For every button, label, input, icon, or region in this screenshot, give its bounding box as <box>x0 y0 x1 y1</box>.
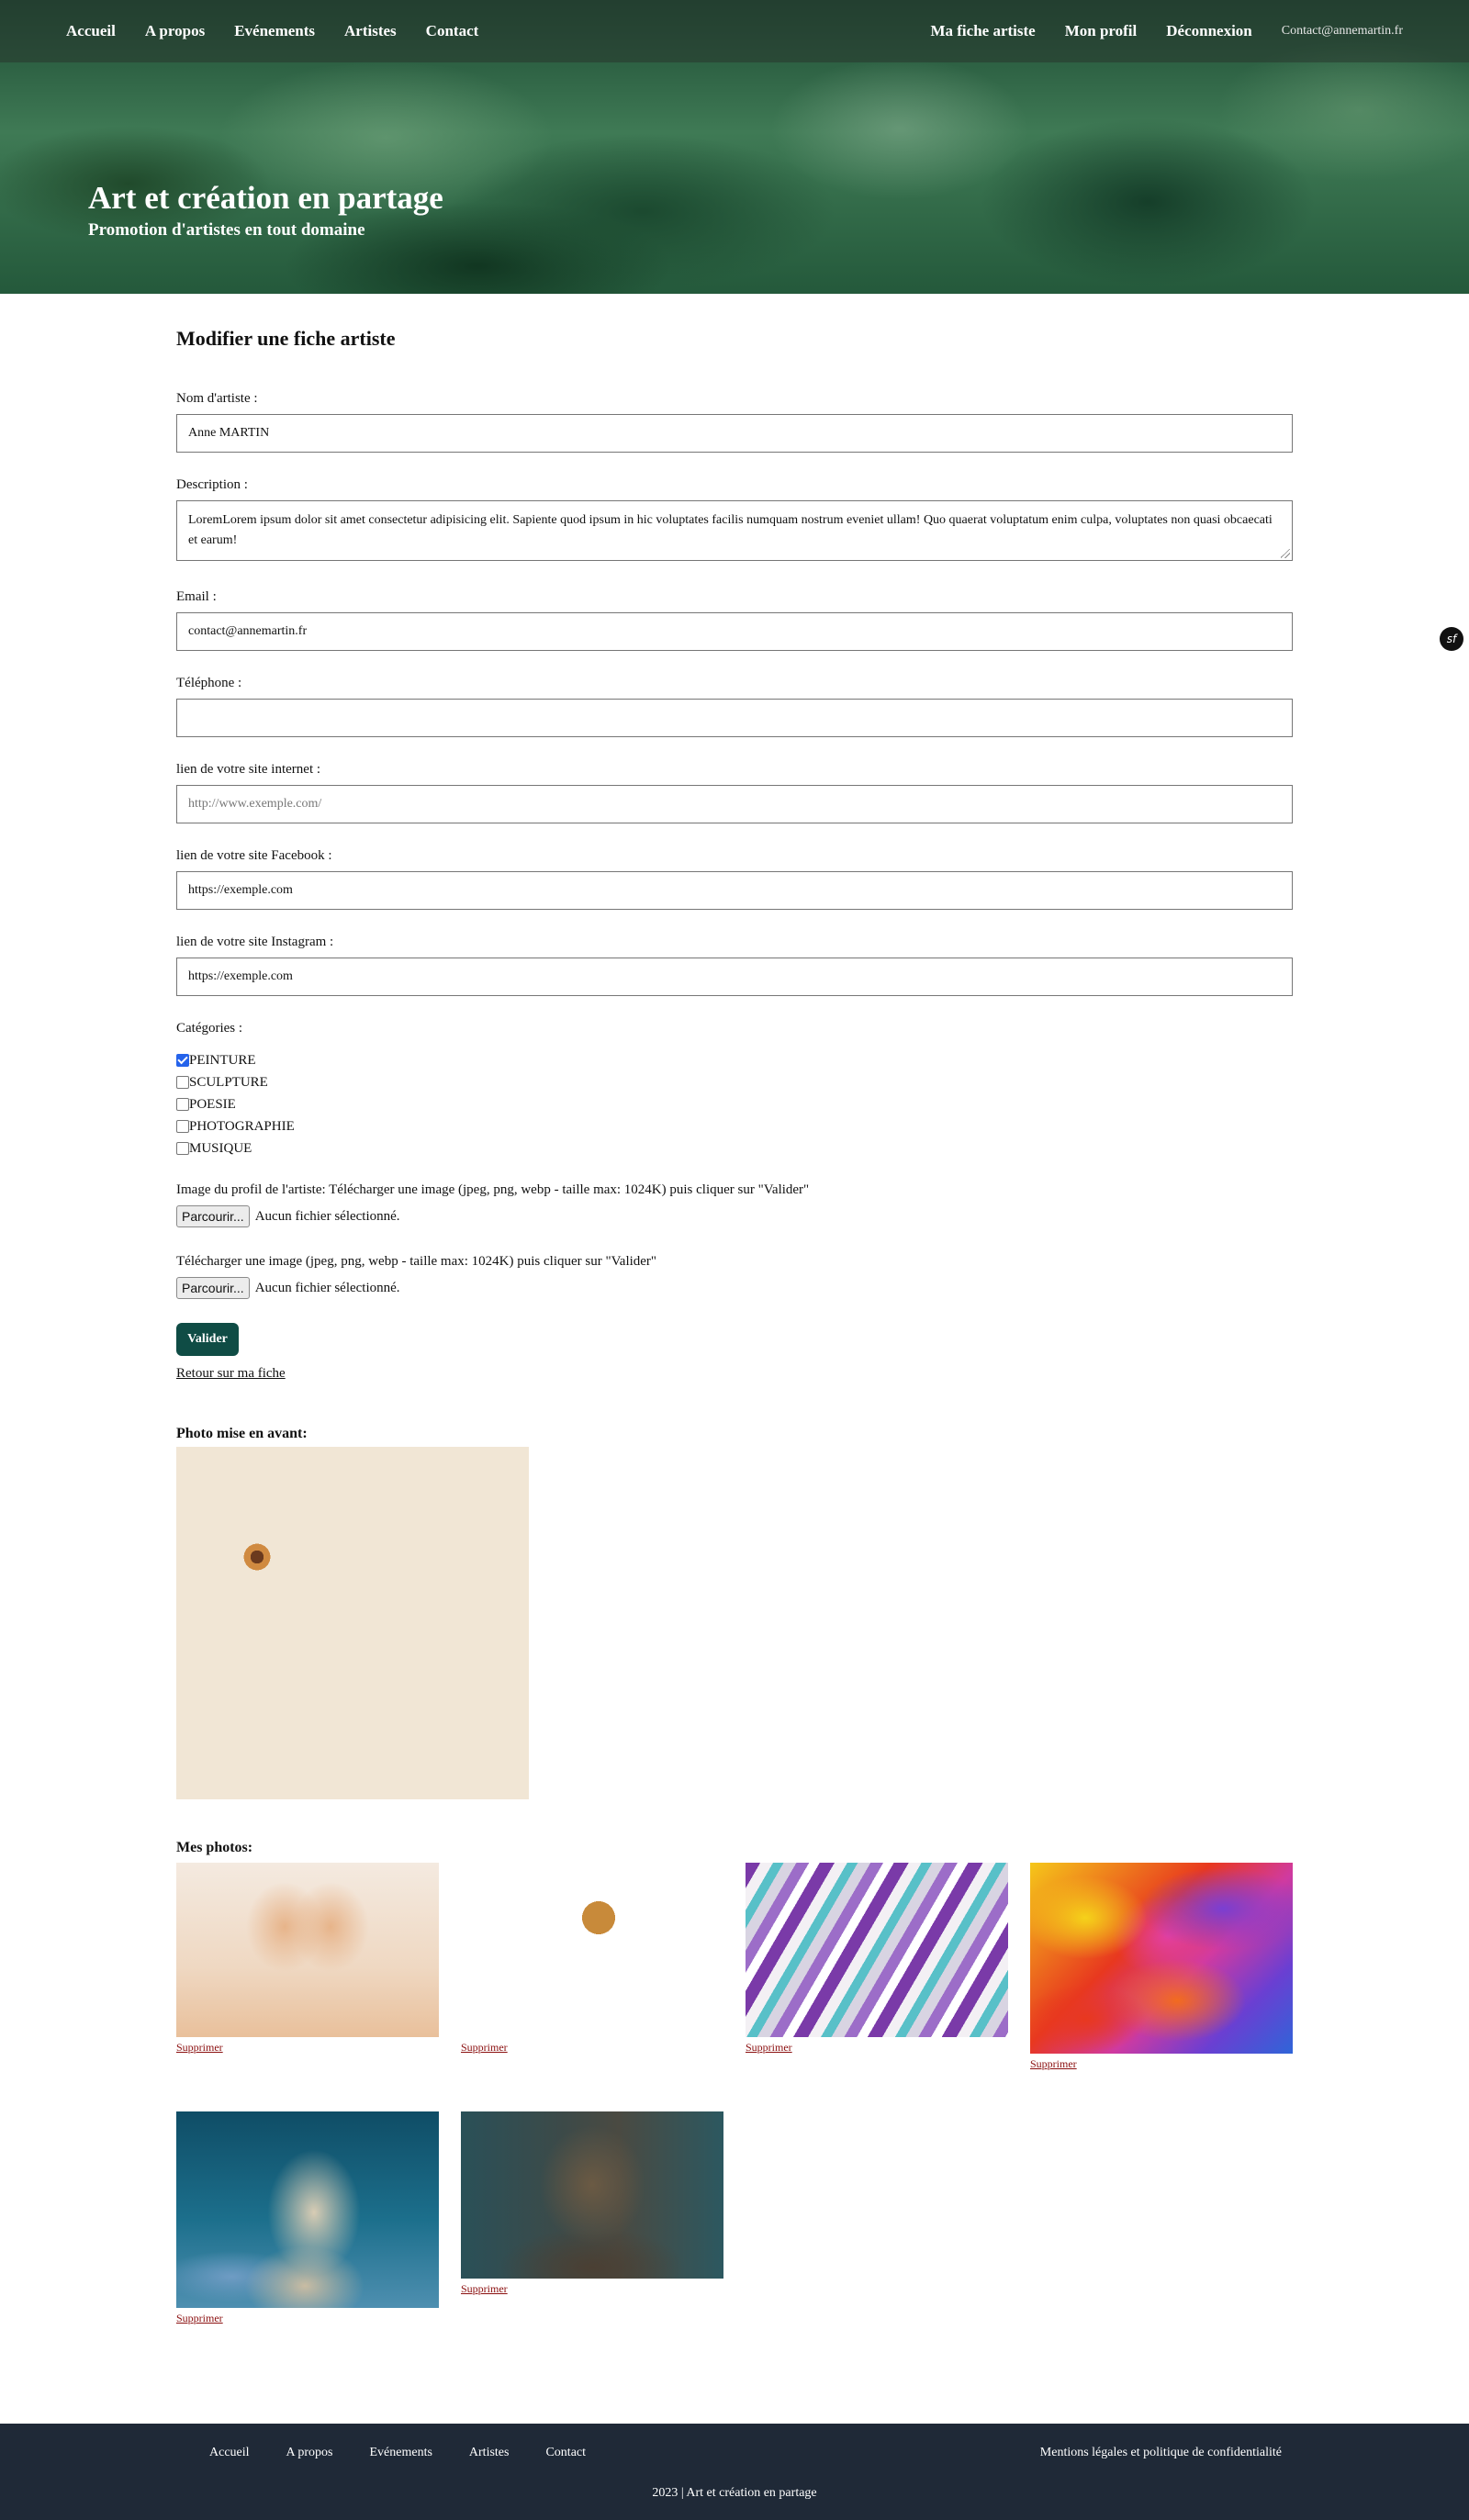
gallery-photo-book <box>176 1863 439 2037</box>
category-label: MUSIQUE <box>189 1140 252 1156</box>
nav-link-ma-fiche-artiste[interactable]: Ma fiche artiste <box>930 22 1035 40</box>
category-item[interactable]: POESIE <box>176 1093 295 1115</box>
website-label: lien de votre site internet : <box>176 762 321 777</box>
gallery-item: Supprimer <box>176 1863 439 2055</box>
gallery-image-file-status: Aucun fichier sélectionné. <box>254 1280 400 1295</box>
footer-link-accueil[interactable]: Accueil <box>209 2446 250 2460</box>
gallery-photo-paint <box>1030 1863 1293 2054</box>
category-item[interactable]: MUSIQUE <box>176 1137 295 1159</box>
category-checkbox-photographie[interactable] <box>176 1120 189 1133</box>
website-input[interactable] <box>176 785 1293 823</box>
symfony-toolbar-icon[interactable]: sf <box>1440 627 1463 651</box>
email-label: Email : <box>176 589 217 604</box>
footer-legal-link[interactable]: Mentions légales et politique de confide… <box>1040 2446 1282 2460</box>
resize-grip-icon[interactable] <box>1281 549 1290 558</box>
upload-image-label: Télécharger une image (jpeg, png, webp -… <box>176 1254 657 1269</box>
name-input[interactable] <box>176 414 1293 453</box>
profile-image-file-status: Aucun fichier sélectionné. <box>254 1208 400 1224</box>
category-checkbox-poesie[interactable] <box>176 1098 189 1111</box>
category-checkbox-sculpture[interactable] <box>176 1076 189 1089</box>
category-label: PHOTOGRAPHIE <box>189 1118 295 1134</box>
description-wrapper: LoremLorem ipsum dolor sit amet consecte… <box>176 500 1293 561</box>
category-checkbox-peinture[interactable] <box>176 1054 189 1067</box>
gallery-item: Supprimer <box>461 1863 723 2055</box>
hero-banner: Accueil A propos Evénements Artistes Con… <box>0 0 1469 294</box>
delete-photo-link[interactable]: Supprimer <box>461 2282 723 2296</box>
profile-image-upload: Parcourir... Aucun fichier sélectionné. <box>176 1205 400 1227</box>
gallery-image-upload: Parcourir... Aucun fichier sélectionné. <box>176 1277 400 1299</box>
footer-nav: Accueil A propos Evénements Artistes Con… <box>209 2446 586 2460</box>
gallery-heading: Mes photos: <box>176 1840 253 1855</box>
page-title: Modifier une fiche artiste <box>176 327 396 350</box>
delete-photo-link[interactable]: Supprimer <box>176 2041 439 2055</box>
instagram-label: lien de votre site Instagram : <box>176 935 334 949</box>
nav-left-group: Accueil A propos Evénements Artistes Con… <box>66 0 478 62</box>
category-label: POESIE <box>189 1096 236 1112</box>
nav-link-mon-profil[interactable]: Mon profil <box>1065 22 1138 40</box>
gallery-image-browse-button[interactable]: Parcourir... <box>176 1277 250 1299</box>
name-label: Nom d'artiste : <box>176 391 258 406</box>
gallery-photo-coffee <box>461 1863 723 2037</box>
categories-label: Catégories : <box>176 1021 243 1036</box>
footer-link-evenements[interactable]: Evénements <box>369 2446 432 2460</box>
gallery-photo-buddha <box>461 2111 723 2279</box>
delete-photo-link[interactable]: Supprimer <box>746 2041 1008 2055</box>
phone-label: Téléphone : <box>176 676 242 690</box>
nav-link-accueil[interactable]: Accueil <box>66 22 116 40</box>
phone-input[interactable] <box>176 699 1293 737</box>
footer-link-contact[interactable]: Contact <box>545 2446 586 2460</box>
category-item[interactable]: SCULPTURE <box>176 1071 295 1093</box>
category-item[interactable]: PHOTOGRAPHIE <box>176 1115 295 1137</box>
description-textarea[interactable]: LoremLorem ipsum dolor sit amet consecte… <box>176 500 1293 561</box>
facebook-input[interactable] <box>176 871 1293 910</box>
hero-subtitle: Promotion d'artistes en tout domaine <box>88 220 365 240</box>
gallery-item: Supprimer <box>1030 1863 1293 2071</box>
instagram-input[interactable] <box>176 958 1293 996</box>
footer-copyright: 2023 | Art et création en partage <box>652 2486 817 2500</box>
nav-contact-email: Contact@annemartin.fr <box>1281 24 1403 38</box>
nav-right-group: Ma fiche artiste Mon profil Déconnexion … <box>930 0 1403 62</box>
profile-image-label: Image du profil de l'artiste: Télécharge… <box>176 1182 810 1197</box>
gallery-item: Supprimer <box>461 2111 723 2296</box>
back-to-profile-link[interactable]: Retour sur ma fiche <box>176 1366 286 1382</box>
email-input[interactable] <box>176 612 1293 651</box>
nav-link-artistes[interactable]: Artistes <box>344 22 397 40</box>
delete-photo-link[interactable]: Supprimer <box>461 2041 723 2055</box>
nav-link-deconnexion[interactable]: Déconnexion <box>1166 22 1252 40</box>
gallery-item: Supprimer <box>746 1863 1008 2055</box>
nav-link-evenements[interactable]: Evénements <box>234 22 315 40</box>
hero-title: Art et création en partage <box>88 180 443 216</box>
profile-image-browse-button[interactable]: Parcourir... <box>176 1205 250 1227</box>
category-label: SCULPTURE <box>189 1074 268 1090</box>
footer-link-a-propos[interactable]: A propos <box>286 2446 333 2460</box>
footer: Accueil A propos Evénements Artistes Con… <box>0 2424 1469 2520</box>
featured-photo-heading: Photo mise en avant: <box>176 1426 308 1441</box>
featured-photo <box>176 1447 529 1799</box>
validate-button[interactable]: Valider <box>176 1323 239 1356</box>
delete-photo-link[interactable]: Supprimer <box>176 2312 439 2325</box>
category-label: PEINTURE <box>189 1052 256 1068</box>
facebook-label: lien de votre site Facebook : <box>176 848 332 863</box>
delete-photo-link[interactable]: Supprimer <box>1030 2057 1293 2071</box>
gallery-item: Supprimer <box>176 2111 439 2325</box>
gallery-photo-statue <box>176 2111 439 2308</box>
categories-list: PEINTURE SCULPTURE POESIE PHOTOGRAPHIE M… <box>176 1049 295 1159</box>
nav-link-a-propos[interactable]: A propos <box>145 22 205 40</box>
description-label: Description : <box>176 477 248 492</box>
footer-link-artistes[interactable]: Artistes <box>469 2446 510 2460</box>
category-checkbox-musique[interactable] <box>176 1142 189 1155</box>
top-navbar: Accueil A propos Evénements Artistes Con… <box>0 0 1469 62</box>
category-item[interactable]: PEINTURE <box>176 1049 295 1071</box>
gallery-photo-marble <box>746 1863 1008 2037</box>
nav-link-contact[interactable]: Contact <box>426 22 479 40</box>
